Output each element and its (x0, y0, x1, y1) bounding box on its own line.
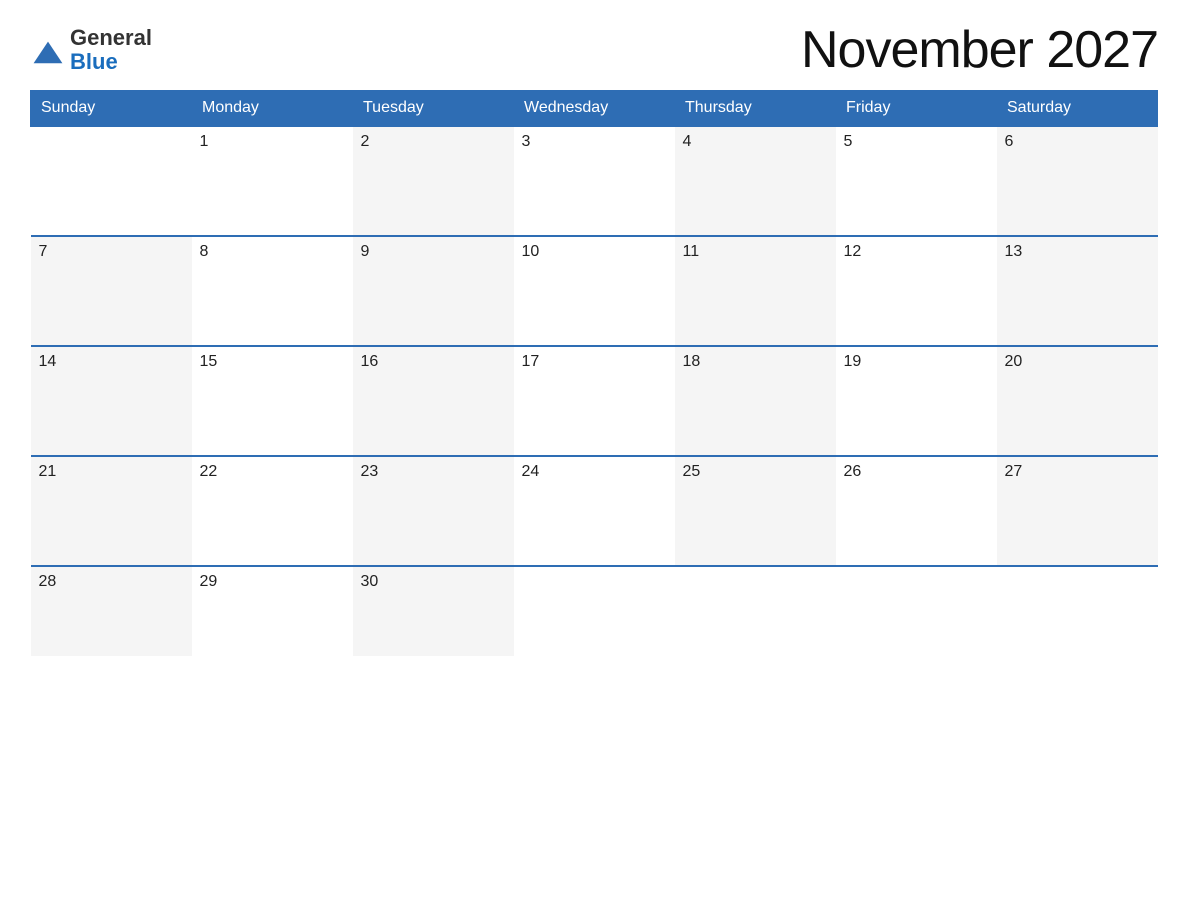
col-monday: Monday (192, 91, 353, 127)
calendar-week-row: 1 2 3 4 5 6 (31, 126, 1158, 236)
table-row: 26 (836, 456, 997, 566)
table-row (836, 566, 997, 656)
table-row: 3 (514, 126, 675, 236)
day-number: 26 (844, 463, 862, 480)
logo-blue: Blue (70, 50, 118, 74)
day-number: 17 (522, 353, 540, 370)
logo-general: General (70, 26, 152, 50)
day-number: 18 (683, 353, 701, 370)
calendar-week-row: 7 8 9 10 11 12 13 (31, 236, 1158, 346)
day-number: 30 (361, 573, 379, 590)
day-number: 25 (683, 463, 701, 480)
page-header: General Blue November 2027 (30, 20, 1158, 80)
calendar-table: Sunday Monday Tuesday Wednesday Thursday… (30, 90, 1158, 656)
day-number: 27 (1005, 463, 1023, 480)
col-wednesday: Wednesday (514, 91, 675, 127)
logo-text: General Blue (70, 26, 152, 74)
day-number: 11 (683, 243, 700, 260)
col-tuesday: Tuesday (353, 91, 514, 127)
table-row: 21 (31, 456, 192, 566)
table-row: 23 (353, 456, 514, 566)
col-sunday: Sunday (31, 91, 192, 127)
table-row: 29 (192, 566, 353, 656)
table-row: 8 (192, 236, 353, 346)
table-row: 18 (675, 346, 836, 456)
table-row: 28 (31, 566, 192, 656)
table-row (997, 566, 1158, 656)
day-number: 9 (361, 243, 370, 260)
table-row: 12 (836, 236, 997, 346)
day-number: 10 (522, 243, 540, 260)
logo-icon (30, 38, 66, 74)
table-row: 22 (192, 456, 353, 566)
table-row: 2 (353, 126, 514, 236)
day-number: 21 (39, 463, 57, 480)
day-number: 7 (39, 243, 48, 260)
day-number: 3 (522, 133, 531, 150)
day-number: 4 (683, 133, 692, 150)
table-row (675, 566, 836, 656)
table-row: 10 (514, 236, 675, 346)
table-row: 7 (31, 236, 192, 346)
calendar-week-row: 14 15 16 17 18 19 20 (31, 346, 1158, 456)
table-row: 14 (31, 346, 192, 456)
month-title: November 2027 (801, 20, 1158, 80)
logo: General Blue (30, 26, 152, 74)
day-number: 1 (200, 133, 209, 150)
day-number: 15 (200, 353, 218, 370)
day-number: 28 (39, 573, 57, 590)
table-row: 11 (675, 236, 836, 346)
col-thursday: Thursday (675, 91, 836, 127)
day-number: 14 (39, 353, 57, 370)
table-row: 16 (353, 346, 514, 456)
day-number: 16 (361, 353, 379, 370)
table-row: 15 (192, 346, 353, 456)
col-saturday: Saturday (997, 91, 1158, 127)
day-number: 22 (200, 463, 218, 480)
day-number: 2 (361, 133, 370, 150)
table-row: 4 (675, 126, 836, 236)
table-row: 25 (675, 456, 836, 566)
table-row: 24 (514, 456, 675, 566)
table-row: 27 (997, 456, 1158, 566)
calendar-header-row: Sunday Monday Tuesday Wednesday Thursday… (31, 91, 1158, 127)
table-row: 17 (514, 346, 675, 456)
table-row: 6 (997, 126, 1158, 236)
table-row: 19 (836, 346, 997, 456)
day-number: 24 (522, 463, 540, 480)
day-number: 23 (361, 463, 379, 480)
table-row: 9 (353, 236, 514, 346)
day-number: 6 (1005, 133, 1014, 150)
day-number: 5 (844, 133, 853, 150)
col-friday: Friday (836, 91, 997, 127)
day-number: 19 (844, 353, 862, 370)
table-row: 13 (997, 236, 1158, 346)
table-row (31, 126, 192, 236)
day-number: 8 (200, 243, 209, 260)
day-number: 12 (844, 243, 862, 260)
table-row (514, 566, 675, 656)
table-row: 20 (997, 346, 1158, 456)
day-number: 20 (1005, 353, 1023, 370)
day-number: 29 (200, 573, 218, 590)
calendar-week-row: 21 22 23 24 25 26 27 (31, 456, 1158, 566)
table-row: 5 (836, 126, 997, 236)
table-row: 30 (353, 566, 514, 656)
day-number: 13 (1005, 243, 1023, 260)
calendar-week-row: 28 29 30 (31, 566, 1158, 656)
table-row: 1 (192, 126, 353, 236)
